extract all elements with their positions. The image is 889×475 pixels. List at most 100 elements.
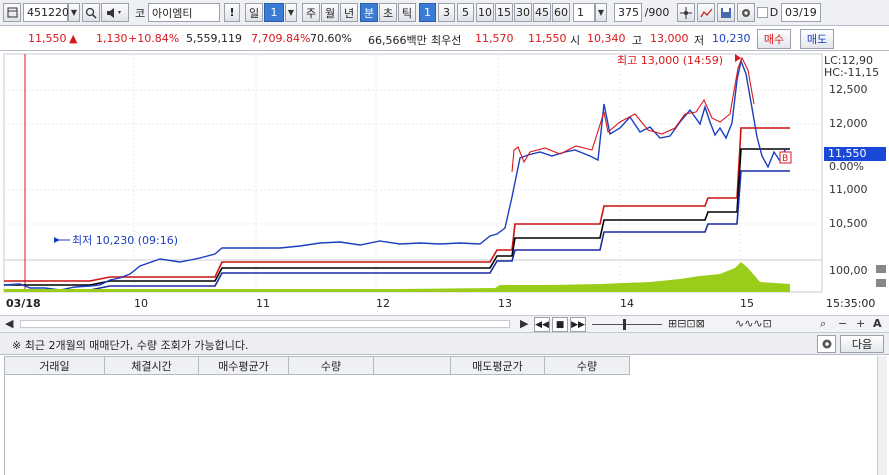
best-bid: 11,550 [528, 32, 567, 45]
date-input[interactable]: 03/19 [781, 3, 821, 22]
col-exec-time: 체결시간 [105, 356, 199, 375]
up-arrow-icon: ▲ [69, 32, 78, 45]
toolbar: 451220 ▼ 코 아이엠티 ! 일 1 ▼ 주 월 년 분 초 틱 1 3 … [0, 0, 889, 26]
interval-button-60[interactable]: 60 [552, 3, 570, 22]
period-week-button[interactable]: 주 [302, 3, 320, 22]
alert-button[interactable]: ! [224, 3, 240, 22]
next-button[interactable]: 다음 [840, 335, 884, 353]
count-input[interactable]: 375 [614, 3, 642, 22]
low-price: 10,230 [712, 32, 751, 45]
price-chart[interactable]: 최고 13,000 (14:59) 최저 10,230 (09:16) B LC… [0, 52, 889, 314]
trade-amount: 66,566백만 [368, 34, 427, 47]
zoom-out-icon[interactable]: − [838, 317, 847, 330]
low-annotation: 최저 10,230 (09:16) [72, 234, 178, 247]
trade-table-header: 거래일 체결시간 매수평균가 수량 매도평균가 수량 [4, 356, 630, 375]
play-button[interactable]: ▶▶ [570, 317, 586, 332]
volume-axis-toggle-icon[interactable] [876, 265, 886, 273]
zoom-slider[interactable] [592, 324, 662, 325]
date-axis-label: 14 [620, 297, 634, 310]
chart-canvas: 최고 13,000 (14:59) 최저 10,230 (09:16) B [3, 53, 823, 293]
chart-tool-icons[interactable]: ⊞⊟⊡⊠ [668, 317, 705, 330]
price-tick-12500: 12,500 [829, 83, 868, 96]
period-minute-button[interactable]: 분 [360, 3, 378, 22]
notice-text: ※ 최근 2개월의 매매단가, 수량 조회가 가능합니다. [12, 339, 249, 352]
code-dropdown-icon[interactable]: ▼ [68, 3, 80, 22]
zoom-slider-thumb[interactable] [623, 319, 626, 330]
low-label: 저 [694, 34, 705, 47]
price-tick-10500: 10,500 [829, 217, 868, 230]
interval-dropdown-icon[interactable]: ▼ [595, 3, 607, 22]
crosshair-icon[interactable] [677, 3, 695, 22]
chart-scrollbar[interactable] [20, 320, 510, 328]
price-tick-12000: 12,000 [829, 117, 868, 130]
date-checkbox[interactable] [757, 7, 768, 18]
date-axis-label: 13 [498, 297, 512, 310]
col-sell-avg: 매도평균가 [451, 356, 545, 375]
notice-bar: ※ 최근 2개월의 매매단가, 수량 조회가 가능합니다. 다음 [0, 333, 889, 355]
stock-code-input[interactable]: 451220 [23, 3, 69, 22]
interval-button-1[interactable]: 1 [419, 3, 436, 22]
chart-navigation-bar: ◀ ▶ ◀◀ ■ ▶▶ ⊞⊟⊡⊠ ∿∿∿⊡ ⌕ − + A [0, 315, 889, 333]
open-label: 시 [570, 34, 581, 47]
interval-button-5[interactable]: 5 [457, 3, 474, 22]
search-icon[interactable] [82, 3, 100, 22]
date-axis: 03/18 10 11 12 13 14 15 15:35:00 [0, 294, 889, 314]
period-day-n-input[interactable]: 1 [264, 3, 284, 22]
zoom-in-icon[interactable]: ⌕ [820, 317, 826, 331]
date-axis-label: 11 [256, 297, 270, 310]
volume-tick: 100,00 [829, 264, 868, 277]
col-buy-avg: 매수평균가 [199, 356, 289, 375]
col-trade-date: 거래일 [4, 356, 105, 375]
svg-text:B: B [782, 154, 788, 164]
interval-button-45[interactable]: 45 [533, 3, 551, 22]
period-month-button[interactable]: 월 [321, 3, 339, 22]
volume-axis-toggle-icon-2[interactable] [876, 279, 886, 287]
sell-button[interactable]: 매도 [800, 29, 834, 49]
period-tick-button[interactable]: 틱 [398, 3, 416, 22]
high-label: 고 [632, 34, 643, 47]
save-icon[interactable] [717, 3, 735, 22]
interval-input[interactable]: 1 [573, 3, 595, 22]
buy-button[interactable]: 매수 [757, 29, 791, 49]
period-day-dropdown-icon[interactable]: ▼ [285, 3, 297, 22]
stock-name-field[interactable]: 아이엠티 [148, 3, 220, 22]
date-axis-label: 10 [134, 297, 148, 310]
date-checkbox-label: D [769, 6, 779, 19]
price-change-pct: +10.84% [128, 32, 180, 45]
interval-button-30[interactable]: 30 [514, 3, 532, 22]
current-price-marker: 11,550 [824, 147, 886, 161]
period-second-button[interactable]: 초 [379, 3, 397, 22]
current-pct-label: 0.00% [829, 160, 864, 173]
interval-button-10[interactable]: 10 [476, 3, 494, 22]
hc-label: HC:-11,15 [824, 66, 880, 79]
trade-table-body [4, 375, 877, 475]
font-size-icon[interactable]: A [873, 317, 882, 330]
table-vertical-scrollbar[interactable] [877, 356, 887, 475]
interval-button-3[interactable]: 3 [438, 3, 455, 22]
speaker-icon[interactable] [101, 3, 129, 22]
current-price: 11,550 [28, 32, 67, 45]
rewind-button[interactable]: ◀◀ [534, 317, 550, 332]
settings-gear-icon[interactable] [737, 3, 755, 22]
date-axis-label: 15 [740, 297, 754, 310]
drawing-tool-icons[interactable]: ∿∿∿⊡ [735, 317, 772, 330]
time-axis-end: 15:35:00 [826, 297, 876, 310]
scroll-right-icon[interactable]: ▶ [520, 317, 528, 330]
add-icon[interactable]: + [856, 317, 865, 330]
turnover-ratio: 70.60% [310, 32, 352, 45]
period-year-button[interactable]: 년 [340, 3, 358, 22]
layout-icon[interactable] [3, 3, 21, 22]
date-axis-start: 03/18 [6, 297, 41, 310]
period-day-button[interactable]: 일 [245, 3, 263, 22]
settings-gear-icon[interactable] [817, 335, 836, 353]
price-tick-11000: 11,000 [829, 183, 868, 196]
interval-button-15[interactable]: 15 [495, 3, 513, 22]
high-annotation: 최고 13,000 (14:59) [617, 54, 723, 67]
stop-button[interactable]: ■ [552, 317, 568, 332]
scroll-left-icon[interactable]: ◀ [5, 317, 13, 330]
compare-chart-icon[interactable] [697, 3, 715, 22]
date-axis-label: 12 [376, 297, 390, 310]
price-change: 1,130 [96, 32, 128, 45]
count-max-label: /900 [644, 6, 670, 19]
quote-bar: 11,550 ▲ 1,130 +10.84% 5,559,119 7,709.8… [0, 27, 889, 51]
